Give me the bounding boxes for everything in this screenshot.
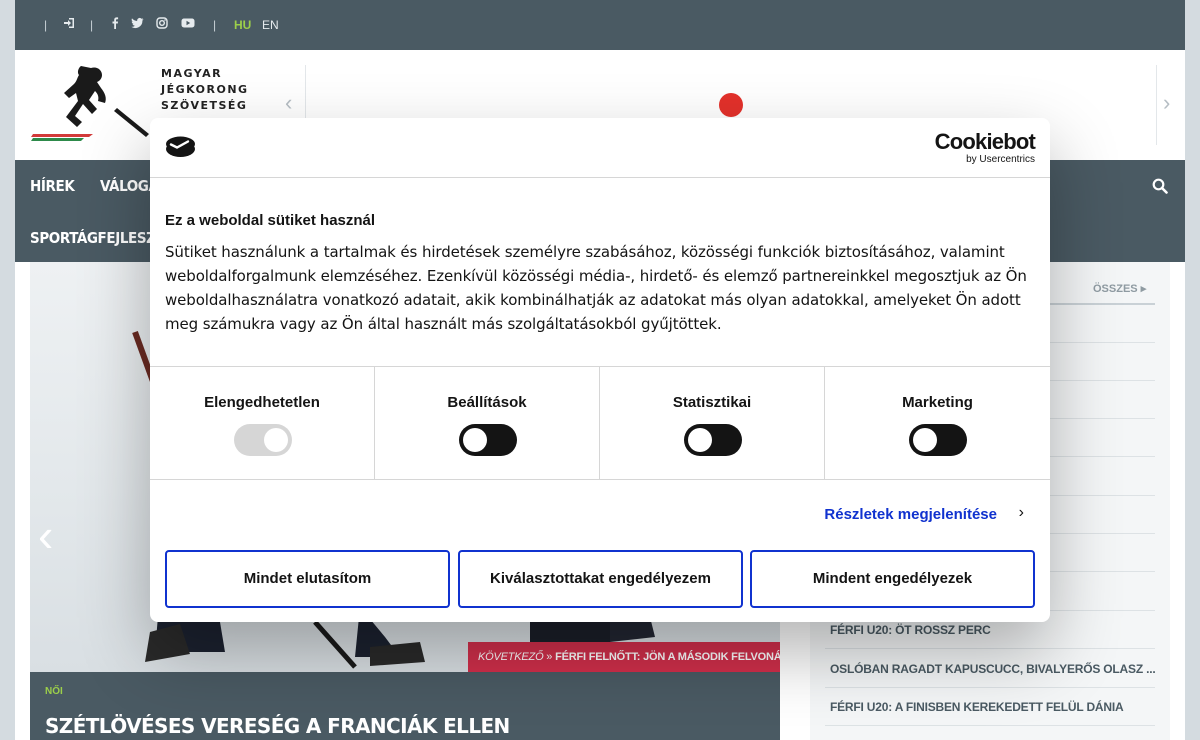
dialog-description: Sütiket használunk a tartalmak és hirdet… (165, 243, 1027, 333)
deny-all-button[interactable]: Mindet elutasítom (165, 550, 450, 608)
cookiebot-logo[interactable]: Cookiebot by Usercentrics (934, 129, 1036, 166)
toggle-preferences: Beállítások (375, 367, 600, 480)
switch-knob (913, 428, 937, 452)
toggle-necessary: Elengedhetetlen (150, 367, 375, 480)
switch-knob (688, 428, 712, 452)
toggle-label: Elengedhetetlen (204, 394, 320, 411)
dialog-header: Cookiebot by Usercentrics (150, 118, 1050, 178)
consent-toggles: Elengedhetetlen Beállítások Statisztikai… (150, 366, 1050, 480)
marketing-switch[interactable] (909, 424, 967, 456)
allow-all-button[interactable]: Mindent engedélyezek (750, 550, 1035, 608)
allow-selected-button[interactable]: Kiválasztottakat engedélyezem (458, 550, 743, 608)
cookiebot-brand: Cookiebot (934, 129, 1036, 154)
hockey-puck-icon (165, 135, 196, 164)
toggle-statistics: Statisztikai (600, 367, 825, 480)
show-details-link[interactable]: Részletek megjelenítése (824, 506, 997, 523)
cookiebot-sub: by Usercentrics (966, 154, 1035, 165)
toggle-label: Beállítások (447, 394, 527, 411)
dialog-title: Ez a weboldal sütiket használ (165, 212, 376, 229)
cookie-consent-dialog: Cookiebot by Usercentrics Ez a weboldal … (150, 118, 1050, 622)
preferences-switch[interactable] (459, 424, 517, 456)
toggle-marketing: Marketing (825, 367, 1050, 480)
switch-knob (264, 428, 288, 452)
statistics-switch[interactable] (684, 424, 742, 456)
toggle-label: Statisztikai (672, 394, 752, 411)
switch-knob (463, 428, 487, 452)
necessary-switch (234, 424, 292, 456)
chevron-right-icon[interactable]: › (1019, 504, 1024, 522)
toggle-label: Marketing (902, 394, 973, 411)
